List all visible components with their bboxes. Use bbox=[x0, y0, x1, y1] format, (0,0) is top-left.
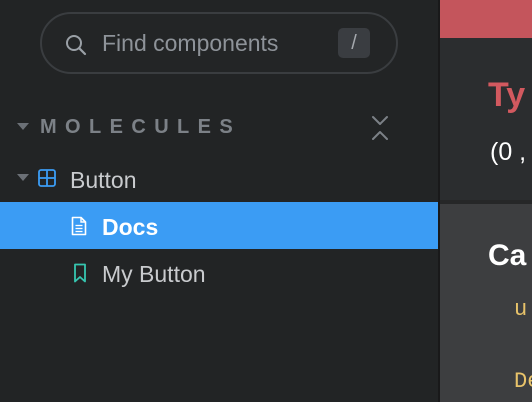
search-shortcut-key: / bbox=[338, 28, 370, 58]
preview-code-line: De bbox=[514, 369, 532, 394]
preview-signature: (0 , bbox=[490, 138, 527, 166]
tree-item-button[interactable]: Button bbox=[0, 155, 440, 202]
sidebar: / MOLECULES Button Docs bbox=[0, 0, 440, 402]
preview-header-section bbox=[440, 38, 532, 200]
tree-item-label: My Button bbox=[102, 261, 206, 287]
tree-item-docs[interactable]: Docs bbox=[0, 202, 440, 249]
preview-heading: Ty bbox=[488, 76, 526, 114]
search-box[interactable]: / bbox=[40, 12, 398, 74]
preview-section-heading: Ca bbox=[488, 239, 527, 272]
group-title: MOLECULES bbox=[40, 116, 242, 138]
error-banner bbox=[440, 0, 532, 38]
component-grid-icon bbox=[38, 169, 56, 187]
group-header-molecules[interactable]: MOLECULES bbox=[0, 108, 440, 148]
section-divider bbox=[440, 200, 532, 204]
tree-item-label: Docs bbox=[102, 214, 159, 240]
search-input[interactable] bbox=[102, 28, 322, 58]
preview-code-line: u bbox=[514, 297, 528, 322]
caret-down-icon[interactable] bbox=[17, 123, 29, 131]
tree-item-label: Button bbox=[70, 167, 137, 193]
docs-preview-panel: Ty (0 , Ca u De bbox=[438, 0, 532, 402]
tree-item-my-button[interactable]: My Button bbox=[0, 249, 440, 296]
caret-down-icon[interactable] bbox=[17, 174, 29, 182]
bookmark-icon bbox=[74, 263, 86, 283]
document-icon bbox=[71, 216, 87, 236]
search-icon bbox=[66, 35, 87, 56]
collapse-all-icon[interactable] bbox=[369, 114, 391, 142]
